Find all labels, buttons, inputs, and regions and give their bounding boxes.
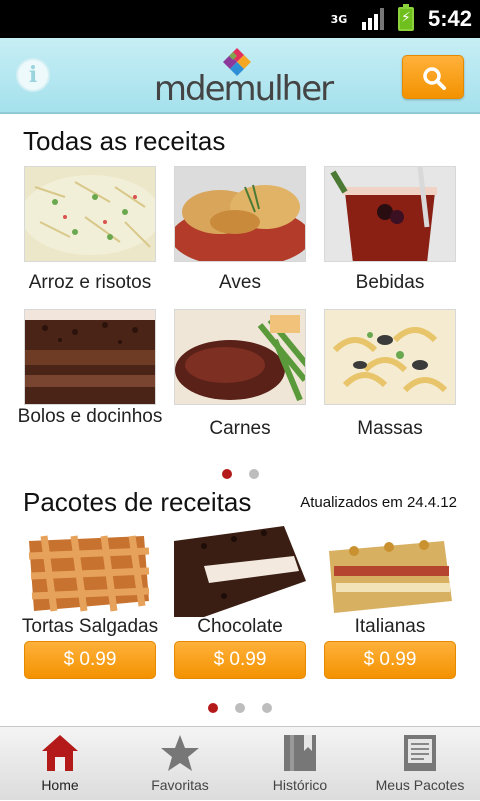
- category-pager[interactable]: [222, 469, 259, 479]
- package-label: Italianas: [354, 616, 426, 637]
- package-label: Chocolate: [197, 616, 283, 637]
- category-label: Bolos e docinhos: [17, 406, 163, 427]
- home-icon: [42, 735, 78, 771]
- updated-date: Atualizados em 24.4.12: [300, 494, 457, 511]
- book-icon: [284, 735, 316, 771]
- category-aves[interactable]: Aves: [174, 166, 306, 295]
- app-header: i mdemulher: [0, 38, 480, 114]
- package-italianas[interactable]: Italianas: [324, 521, 456, 639]
- package-thumbnail: [174, 521, 306, 617]
- tab-label: Histórico: [272, 777, 328, 793]
- package-icon: [404, 735, 436, 771]
- star-icon: [161, 735, 199, 771]
- tab-favoritas[interactable]: Favoritas: [120, 727, 240, 801]
- packages-title: Pacotes de receitas: [23, 487, 252, 517]
- 3g-icon: 3G: [330, 14, 348, 25]
- bottom-tab-bar: Home Favoritas Histórico Meus Pacotes: [0, 726, 480, 800]
- pager-dot[interactable]: [235, 703, 245, 713]
- category-thumbnail: [174, 166, 306, 262]
- buy-button-italianas[interactable]: $ 0.99: [324, 641, 456, 679]
- package-chocolate[interactable]: Chocolate: [174, 521, 306, 639]
- pager-dot[interactable]: [222, 469, 232, 479]
- search-button[interactable]: [402, 55, 464, 99]
- category-label: Aves: [219, 272, 261, 293]
- category-carnes[interactable]: Carnes: [174, 309, 306, 441]
- category-thumbnail: [324, 166, 456, 262]
- category-label: Arroz e risotos: [28, 272, 152, 293]
- package-thumbnail: [24, 521, 156, 617]
- tab-label: Home: [41, 777, 79, 793]
- pager-dot[interactable]: [262, 703, 272, 713]
- logo: mdemulher: [148, 48, 338, 108]
- signal-icon: [361, 8, 384, 30]
- tab-home[interactable]: Home: [0, 727, 120, 801]
- pager-dot[interactable]: [249, 469, 259, 479]
- category-thumbnail: [24, 166, 156, 262]
- category-bolos[interactable]: Bolos e docinhos: [18, 309, 162, 429]
- package-thumbnail: [324, 521, 456, 617]
- pager-dot[interactable]: [208, 703, 218, 713]
- clock: 5:42: [427, 6, 472, 31]
- logo-text: mdemulher: [153, 69, 334, 109]
- status-icons: 3G ⚡ 5:42: [330, 0, 472, 38]
- package-label: Tortas Salgadas: [21, 616, 159, 637]
- network-type: 3G: [330, 12, 348, 26]
- category-thumbnail: [324, 309, 456, 405]
- category-label: Carnes: [209, 418, 271, 439]
- category-arroz[interactable]: Arroz e risotos: [24, 166, 156, 295]
- category-massas[interactable]: Massas: [324, 309, 456, 441]
- info-icon[interactable]: i: [16, 58, 50, 92]
- category-bebidas[interactable]: Bebidas: [324, 166, 456, 295]
- buy-button-chocolate[interactable]: $ 0.99: [174, 641, 306, 679]
- category-label: Bebidas: [355, 272, 425, 293]
- package-tortas-salgadas[interactable]: Tortas Salgadas: [22, 521, 158, 639]
- tab-meus-pacotes[interactable]: Meus Pacotes: [360, 727, 480, 801]
- battery-charging-icon: ⚡: [397, 4, 414, 31]
- category-thumbnail: [24, 309, 156, 405]
- search-icon: [423, 67, 446, 90]
- package-pager[interactable]: [208, 703, 272, 713]
- category-label: Massas: [357, 418, 423, 439]
- category-thumbnail: [174, 309, 306, 405]
- buy-button-tortas-salgadas[interactable]: $ 0.99: [24, 641, 156, 679]
- tab-label: Favoritas: [151, 777, 209, 793]
- tab-label: Meus Pacotes: [375, 777, 465, 793]
- all-recipes-title: Todas as receitas: [23, 126, 226, 156]
- tab-historico[interactable]: Histórico: [240, 727, 360, 801]
- status-bar: 3G ⚡ 5:42: [0, 0, 480, 38]
